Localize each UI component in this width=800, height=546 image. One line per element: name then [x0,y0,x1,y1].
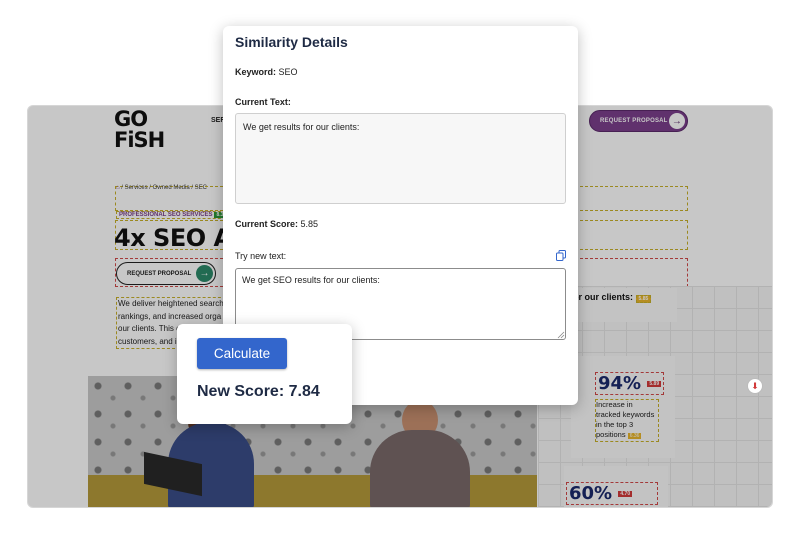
resize-handle-icon[interactable] [557,331,565,339]
score-badge: 5.85 [635,295,652,303]
breadcrumb-text[interactable]: / Services / Owned Media / SEC [121,185,207,191]
score-badge: 6.36 [627,433,642,439]
score-badge: 5.89 [647,381,662,387]
breadcrumb: ⌂ / Services / Owned Media / SEC [116,185,207,191]
modal-title: Similarity Details [235,34,348,50]
calculate-button[interactable]: Calculate [197,338,287,369]
stat-description: Increase in tracked keywords in the top … [595,399,659,442]
keyword-value: SEO [278,67,298,77]
new-score-label: New Score: [197,383,285,400]
logo-line-2: FiSH [114,128,165,152]
copy-icon[interactable] [556,250,566,261]
request-proposal-top-button[interactable]: REQUEST PROPOSAL → [589,110,688,132]
hero-title: 4x SEO A [114,224,232,252]
current-score-label: Current Score: [235,219,299,229]
stat-number: 60% [569,483,613,504]
current-score-value: 5.85 [300,219,319,229]
photo-person [370,430,470,507]
stat-value: 94% 5.89 [595,372,665,395]
professional-seo-tag: PROFESSIONAL SEO SERVICES 8.35 [116,211,232,219]
score-badge: 4.70 [618,491,633,497]
current-text-label: Current Text: [235,97,291,107]
current-text-box: We get results for our clients: [235,113,566,204]
logo-line-1: GO [114,107,148,131]
new-score: New Score: 7.84 [197,383,320,401]
tag-label: PROFESSIONAL SEO SERVICES [119,212,213,218]
arrow-right-icon: → [669,113,685,129]
paragraph-line: rankings, and increased orga [118,311,222,321]
stat-card: 60% 4.70 [564,466,668,507]
arrow-right-icon: → [196,265,213,282]
clients-card-text: for our clients: [570,292,634,302]
calculate-panel: Calculate New Score: 7.84 [177,324,352,424]
stat-value: 60% 4.70 [566,482,658,505]
clients-card: for our clients: 5.85 [564,288,677,322]
stat-number: 94% [598,373,642,394]
request-proposal-top-label: REQUEST PROPOSAL [600,118,668,124]
request-proposal-hero-button[interactable]: REQUEST PROPOSAL → [116,262,216,285]
keyword-row: Keyword: SEO [235,67,298,77]
stat-card: 94% 5.89 Increase in tracked keywords in… [571,356,675,458]
current-score-row: Current Score: 5.85 [235,219,318,229]
keyword-label: Keyword: [235,67,277,77]
home-icon[interactable]: ⌂ [116,185,120,191]
gofish-logo[interactable]: GO FiSH [114,107,165,152]
try-new-text-label: Try new text: [235,251,287,261]
paragraph-line: We deliver heightened search [118,299,224,308]
stat-description-text: Increase in tracked keywords in the top … [596,400,655,439]
pdf-icon[interactable]: ⬇ [747,378,763,394]
request-proposal-hero-label: REQUEST PROPOSAL [127,270,192,277]
new-score-value: 7.84 [288,383,320,400]
